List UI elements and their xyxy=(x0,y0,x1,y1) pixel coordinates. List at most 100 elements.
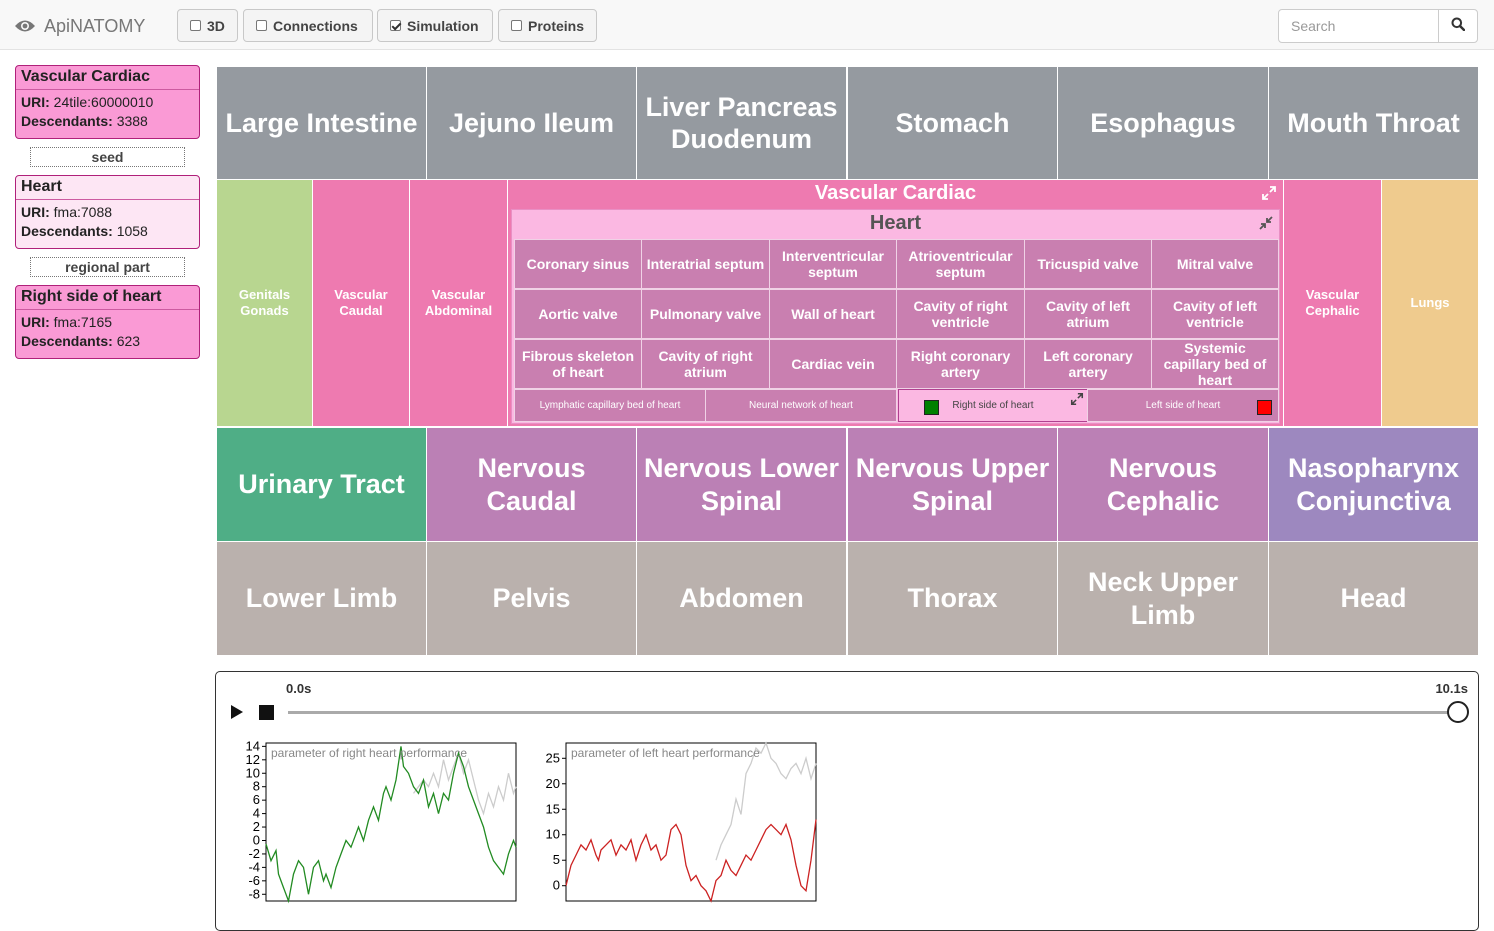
right-heart-color-marker xyxy=(924,400,939,415)
heart-part-tile[interactable]: Cavity of left atrium xyxy=(1024,289,1152,339)
heart-part-tile[interactable]: Aortic valve xyxy=(514,289,642,339)
tile-nervous-upper-spinal[interactable]: Nervous Upper Spinal xyxy=(847,427,1058,542)
chart-frame xyxy=(565,742,817,902)
toggle-3d-label: 3D xyxy=(207,17,225,34)
tile-lungs[interactable]: Lungs xyxy=(1381,179,1479,427)
tile-nervous-lower-spinal[interactable]: Nervous Lower Spinal xyxy=(636,427,847,542)
heart-part-tile[interactable]: Systemic capillary bed of heart xyxy=(1151,339,1279,389)
info-descendants: Descendants: 623 xyxy=(21,333,141,349)
chart-frame xyxy=(265,742,517,902)
heart-part-tile[interactable]: Neural network of heart xyxy=(705,389,897,422)
time-slider-track[interactable] xyxy=(288,711,1458,714)
tile-large-intestine[interactable]: Large Intestine xyxy=(216,66,427,180)
heart-part-tile[interactable]: Pulmonary valve xyxy=(641,289,770,339)
tile-thorax[interactable]: Thorax xyxy=(847,541,1058,656)
right-side-of-heart-label: Right side of heart xyxy=(952,399,1034,411)
heart-part-tile[interactable]: Mitral valve xyxy=(1151,239,1279,289)
tile-left-side-of-heart[interactable]: Left side of heart xyxy=(1087,389,1279,422)
left-side-of-heart-label: Left side of heart xyxy=(1145,399,1221,411)
tile-nervous-cephalic[interactable]: Nervous Cephalic xyxy=(1057,427,1269,542)
stop-button[interactable] xyxy=(259,705,274,720)
toggle-connections-button[interactable]: Connections xyxy=(243,9,373,42)
tile-mouth-throat[interactable]: Mouth Throat xyxy=(1268,66,1479,180)
heart-part-tile[interactable]: Cavity of left ventricle xyxy=(1151,289,1279,339)
toggle-proteins-label: Proteins xyxy=(528,17,585,34)
tile-head[interactable]: Head xyxy=(1268,541,1479,656)
heart-part-tile[interactable]: Right coronary artery xyxy=(896,339,1025,389)
expand-icon[interactable] xyxy=(1261,185,1277,206)
tile-right-side-of-heart[interactable]: Right side of heart xyxy=(898,389,1088,422)
heart-part-tile[interactable]: Atrioventricular septum xyxy=(896,239,1025,289)
info-descendants: Descendants: 3388 xyxy=(21,113,148,129)
heart-part-tile[interactable]: Tricuspid valve xyxy=(1024,239,1152,289)
y-tick-label: -8 xyxy=(248,886,260,901)
toggle-simulation-button[interactable]: Simulation xyxy=(377,9,493,42)
heart-title: Heart xyxy=(869,212,922,234)
toggle-3d-button[interactable]: 3D xyxy=(177,9,238,42)
y-tick-label: 0 xyxy=(553,878,560,893)
heart-part-tile[interactable]: Lymphatic capillary bed of heart xyxy=(514,389,706,422)
tile-vascular-abdominal[interactable]: Vascular Abdominal xyxy=(409,179,508,427)
tile-lower-limb[interactable]: Lower Limb xyxy=(216,541,427,656)
heart-part-tile[interactable]: Coronary sinus xyxy=(514,239,642,289)
eye-icon xyxy=(14,19,36,33)
heart-part-tile[interactable]: Wall of heart xyxy=(769,289,897,339)
collapse-icon[interactable] xyxy=(1258,215,1274,236)
tile-urinary-tract[interactable]: Urinary Tract xyxy=(216,427,427,542)
time-slider-handle[interactable] xyxy=(1447,701,1469,723)
left-heart-chart: 25 20 15 10 5 0 parameter of left heart perfor… xyxy=(546,741,817,903)
play-button[interactable] xyxy=(230,704,244,720)
tile-liver-pancreas-duodenum[interactable]: Liver Pancreas Duodenum xyxy=(636,66,847,180)
expand-icon[interactable] xyxy=(1070,392,1084,412)
tile-heart[interactable]: Heart Coronary sinus Interatrial septum … xyxy=(511,209,1280,424)
checkbox-connections[interactable] xyxy=(256,20,267,31)
treemap: Large Intestine Jejuno Ileum Liver Pancr… xyxy=(216,66,1479,656)
tile-vascular-cardiac[interactable]: Vascular Cardiac Heart Coronary sinus In… xyxy=(507,179,1284,427)
heart-part-tile[interactable]: Fibrous skeleton of heart xyxy=(514,339,642,389)
info-uri: URI: fma:7165 xyxy=(21,314,113,330)
search-input[interactable] xyxy=(1278,9,1439,43)
tile-jejuno-ileum[interactable]: Jejuno Ileum xyxy=(426,66,637,180)
search-button[interactable] xyxy=(1438,9,1478,43)
tile-vascular-cephalic[interactable]: Vascular Cephalic xyxy=(1283,179,1382,427)
heart-part-tile[interactable]: Cavity of right ventricle xyxy=(896,289,1025,339)
chart-title: parameter of left heart performance xyxy=(571,746,760,760)
info-title: Heart xyxy=(16,176,199,200)
search-icon xyxy=(1451,17,1466,36)
tile-abdomen[interactable]: Abdomen xyxy=(636,541,847,656)
heart-part-tile[interactable]: Cardiac vein xyxy=(769,339,897,389)
brand[interactable]: ApiNATOMY xyxy=(14,14,145,38)
info-descendants: Descendants: 1058 xyxy=(21,223,148,239)
info-box-heart[interactable]: Heart URI: fma:7088 Descendants: 1058 xyxy=(15,175,200,249)
heart-part-tile[interactable]: Cavity of right atrium xyxy=(641,339,770,389)
info-uri: URI: 24tile:60000010 xyxy=(21,94,154,110)
heart-part-tile[interactable]: Left coronary artery xyxy=(1024,339,1152,389)
y-tick-label: 5 xyxy=(553,852,560,867)
relation-label: seed xyxy=(30,147,185,167)
checkbox-proteins[interactable] xyxy=(511,20,522,31)
heart-part-tile[interactable]: Interatrial septum xyxy=(641,239,770,289)
tile-stomach[interactable]: Stomach xyxy=(847,66,1058,180)
checkbox-3d[interactable] xyxy=(190,20,201,31)
tile-pelvis[interactable]: Pelvis xyxy=(426,541,637,656)
info-title: Vascular Cardiac xyxy=(16,66,199,90)
tile-nervous-caudal[interactable]: Nervous Caudal xyxy=(426,427,637,542)
tile-vascular-caudal[interactable]: Vascular Caudal xyxy=(312,179,410,427)
y-tick-label: 10 xyxy=(546,827,560,842)
time-end-label: 10.1s xyxy=(1435,681,1468,696)
toggle-proteins-button[interactable]: Proteins xyxy=(498,9,597,42)
heart-part-tile[interactable]: Interventricular septum xyxy=(769,239,897,289)
vascular-cardiac-title: Vascular Cardiac xyxy=(814,182,977,204)
play-icon xyxy=(231,705,243,719)
chart-title: parameter of right heart performance xyxy=(271,746,467,760)
y-tick-label: 20 xyxy=(546,776,560,791)
tile-genitals-gonads[interactable]: Genitals Gonads xyxy=(216,179,313,427)
tile-esophagus[interactable]: Esophagus xyxy=(1057,66,1269,180)
time-start-label: 0.0s xyxy=(286,681,312,696)
tile-neck-upper-limb[interactable]: Neck Upper Limb xyxy=(1057,541,1269,656)
info-box-vascular-cardiac[interactable]: Vascular Cardiac URI: 24tile:60000010 De… xyxy=(15,65,200,139)
info-title: Right side of heart xyxy=(16,286,199,310)
tile-nasopharynx-conjunctiva[interactable]: Nasopharynx Conjunctiva xyxy=(1268,427,1479,542)
checkbox-simulation[interactable] xyxy=(390,20,401,31)
info-box-right-side-of-heart[interactable]: Right side of heart URI: fma:7165 Descen… xyxy=(15,285,200,359)
